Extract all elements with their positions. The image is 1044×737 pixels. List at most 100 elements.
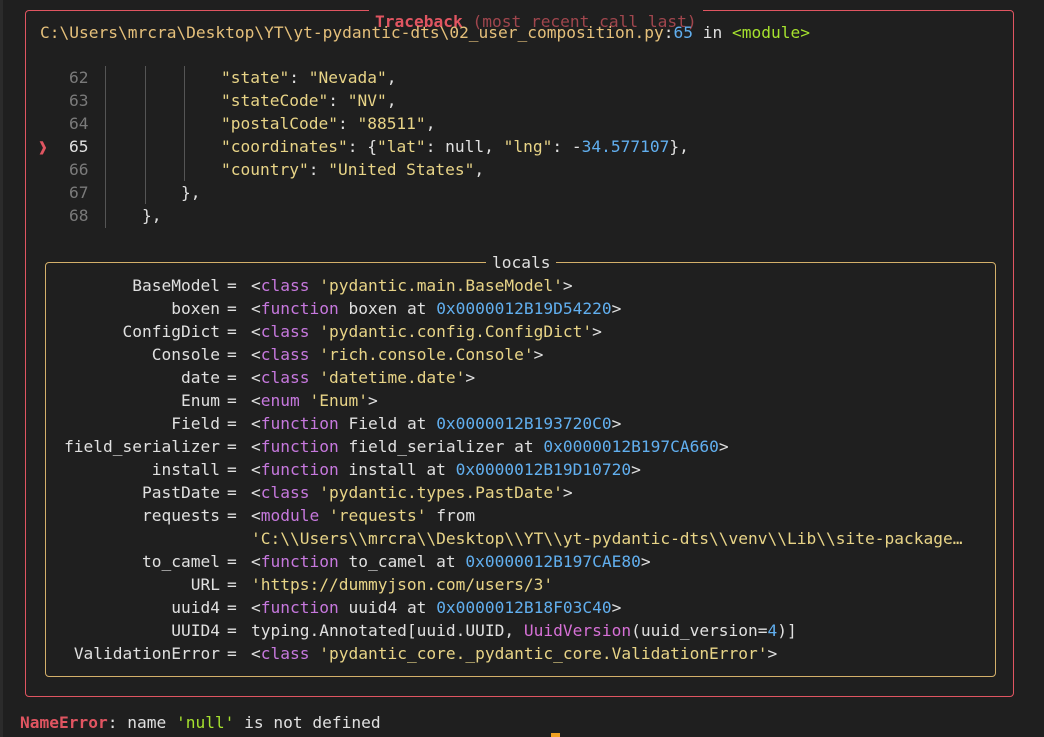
error-text: name	[127, 713, 176, 732]
equals-sign: =	[227, 621, 237, 640]
error-text-end: is not defined	[234, 713, 381, 732]
error-type: NameError	[20, 713, 108, 732]
code-line-number: 67	[69, 183, 89, 202]
code-line: "stateCode": "NV",	[221, 89, 396, 112]
local-var-name: BaseModel	[132, 276, 220, 295]
token: },	[669, 137, 689, 156]
local-var-value: <function field_serializer at 0x0000012B…	[251, 435, 729, 458]
token: :	[308, 160, 329, 179]
token: field_serializer at	[338, 437, 544, 456]
token: to_camel at	[338, 552, 466, 571]
local-var-name: boxen	[171, 299, 220, 318]
token: class	[260, 345, 310, 364]
equals-sign: =	[227, 598, 237, 617]
code-line: "country": "United States",	[221, 158, 484, 181]
equals-sign: =	[227, 575, 237, 594]
token: >	[533, 345, 544, 364]
terminal-gutter	[0, 0, 3, 737]
local-var-name: field_serializer	[64, 437, 220, 456]
local-var-value: <function install at 0x0000012B19D10720>	[251, 458, 641, 481]
token: ,	[386, 91, 397, 110]
local-var-value: <class 'pydantic.config.ConfigDict'>	[251, 320, 602, 343]
token: "United States"	[328, 160, 475, 179]
token: >	[767, 644, 778, 663]
token: "88511"	[357, 114, 426, 133]
token: 'requests'	[328, 506, 427, 525]
token: function	[260, 414, 339, 433]
token: >	[562, 483, 573, 502]
token: <	[251, 299, 261, 318]
token: from	[426, 506, 476, 525]
token: "state"	[221, 68, 290, 87]
equals-sign: =	[227, 391, 237, 410]
error-message: NameError: name 'null' is not defined	[20, 711, 381, 734]
code-line-number: 62	[69, 68, 89, 87]
token: enum	[260, 391, 300, 410]
token: )]	[777, 621, 797, 640]
token: >	[611, 414, 622, 433]
local-var-name: UUID4	[171, 621, 220, 640]
local-var-value: <function to_camel at 0x0000012B197CAE80…	[251, 550, 651, 573]
current-line-marker-icon: ❱	[38, 138, 48, 157]
local-var-value: <class 'pydantic_core._pydantic_core.Val…	[251, 642, 777, 665]
local-var-name: Field	[171, 414, 220, 433]
local-var-value: <module 'requests' from	[251, 504, 475, 527]
token: <	[251, 437, 261, 456]
terminal-cursor	[551, 733, 560, 737]
local-var-value: 'https://dummyjson.com/users/3'	[251, 573, 553, 596]
equals-sign: =	[227, 460, 237, 479]
equals-sign: =	[227, 483, 237, 502]
code-line: "state": "Nevada",	[221, 66, 396, 89]
equals-sign: =	[227, 345, 237, 364]
token: 34.577107	[581, 137, 670, 156]
token: : -	[552, 137, 582, 156]
error-name: 'null'	[175, 713, 235, 732]
token: class	[260, 483, 310, 502]
token: Field at	[338, 414, 437, 433]
code-line: },	[181, 181, 201, 204]
token: class	[260, 644, 310, 663]
token: uuid4 at	[338, 598, 437, 617]
token: "postalCode"	[221, 114, 338, 133]
token: >	[640, 552, 651, 571]
token: 0x0000012B197CA660	[543, 437, 719, 456]
code-line: "postalCode": "88511",	[221, 112, 435, 135]
indent-guide	[145, 66, 146, 204]
line-number: 65	[673, 23, 693, 42]
equals-sign: =	[227, 322, 237, 341]
token: class	[260, 322, 310, 341]
file-path: C:\Users\mrcra\Desktop\YT\yt-pydantic-dt…	[40, 23, 664, 42]
token: >	[465, 368, 476, 387]
local-var-name: URL	[190, 575, 220, 594]
local-var-value: <class 'pydantic.main.BaseModel'>	[251, 274, 573, 297]
token: 0x0000012B197CAE80	[465, 552, 641, 571]
local-var-value: <class 'pydantic.types.PastDate'>	[251, 481, 573, 504]
equals-sign: =	[227, 644, 237, 663]
token: >	[631, 460, 641, 479]
token: : null,	[425, 137, 504, 156]
token: function	[260, 299, 339, 318]
equals-sign: =	[227, 437, 237, 456]
token: install at	[338, 460, 456, 479]
token: function	[260, 437, 339, 456]
token: "Nevada"	[308, 68, 387, 87]
token: >	[611, 299, 622, 318]
equals-sign: =	[227, 552, 237, 571]
token: ,	[386, 68, 397, 87]
traceback-location[interactable]: C:\Users\mrcra\Desktop\YT\yt-pydantic-dt…	[40, 21, 810, 44]
token: "country"	[221, 160, 309, 179]
token: 'Enum'	[309, 391, 368, 410]
token: >	[718, 437, 729, 456]
code-line: "coordinates": {"lat": null, "lng": -34.…	[221, 135, 689, 158]
local-var-name: ValidationError	[73, 644, 220, 663]
token: module	[260, 506, 320, 525]
local-var-value: <class 'rich.console.Console'>	[251, 343, 543, 366]
token: boxen at	[338, 299, 437, 318]
token: 'https://dummyjson.com/users/3'	[251, 575, 554, 594]
token: <	[251, 345, 261, 364]
